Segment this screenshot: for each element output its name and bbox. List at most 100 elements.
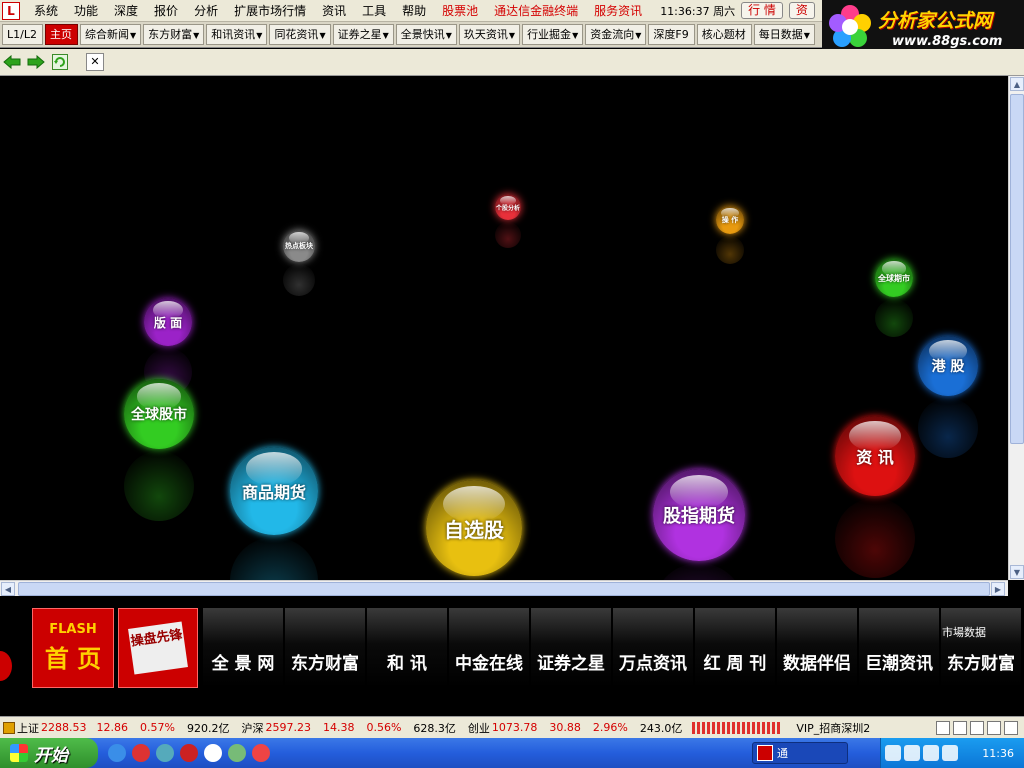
site-link-3[interactable]: 和 讯	[367, 608, 447, 688]
tab-fund-flow[interactable]: 资金流向▼	[585, 24, 647, 45]
quicklaunch-stock-icon[interactable]	[252, 744, 270, 762]
arrow-right-icon	[27, 55, 45, 69]
close-page-button[interactable]: ✕	[86, 53, 104, 71]
sz-index-change: 14.38	[322, 721, 355, 734]
tab-eastmoney[interactable]: 东方财富▼	[143, 24, 205, 45]
ball-8-button[interactable]: 资 讯	[835, 416, 915, 496]
app-icon[interactable]: L	[2, 1, 20, 20]
horizontal-scrollbar[interactable]: ◀ ▶	[0, 580, 1008, 596]
sz-index-name: 沪深	[241, 721, 264, 735]
cy-index-volume: 243.0亿	[639, 721, 683, 735]
ball-2-reflection	[283, 264, 315, 296]
tab-depth-f9[interactable]: 深度F9	[648, 24, 695, 45]
ball-10-button[interactable]: 自选股	[426, 480, 522, 576]
ball-6-label: 港 股	[931, 359, 965, 375]
keyboard-icon[interactable]	[885, 745, 901, 761]
site-link-8[interactable]: 数据伴侣	[777, 608, 857, 688]
tab-home[interactable]: 主页	[44, 24, 78, 45]
tab-bar: L1/L2 主页 综合新闻▼ 东方财富▼ 和讯资讯▼ 同花资讯▼ 证券之星▼ 全…	[0, 22, 822, 48]
ball-7-button[interactable]: 全球股市	[124, 379, 194, 449]
vertical-scrollbar[interactable]: ▲ ▼	[1008, 76, 1024, 580]
volume-icon[interactable]	[923, 745, 939, 761]
menu-terminal[interactable]: 通达信金融终端	[486, 0, 586, 22]
flash-home-button[interactable]: FLASH 首 页	[32, 608, 114, 688]
taskbar-app-button[interactable]: 通	[752, 742, 848, 764]
ball-11-button[interactable]: 股指期货	[653, 469, 745, 561]
tab-industry[interactable]: 行业掘金▼	[522, 24, 584, 45]
horizontal-scroll-thumb[interactable]	[18, 582, 990, 596]
site-logo: 分析家公式网 www.88gs.com	[822, 0, 1024, 56]
browser-nav-bar: ✕	[0, 49, 1024, 76]
market-icon[interactable]	[3, 721, 15, 734]
scroll-left-button[interactable]: ◀	[1, 582, 15, 596]
menu-function[interactable]: 功能	[66, 0, 106, 22]
ball-4-button[interactable]: 操 作	[716, 206, 744, 234]
quicklaunch-app-icon[interactable]	[132, 744, 150, 762]
quote-button[interactable]: 行 情	[741, 2, 783, 19]
scroll-right-button[interactable]: ▶	[991, 582, 1005, 596]
menu-extended-market[interactable]: 扩展市场行情	[226, 0, 314, 22]
forward-button[interactable]	[26, 52, 46, 72]
ball-7-label: 全球股市	[131, 407, 187, 423]
menu-tools[interactable]: 工具	[354, 0, 394, 22]
red-circle-icon	[0, 651, 12, 681]
scroll-up-button[interactable]: ▲	[1010, 77, 1024, 91]
site-link-4[interactable]: 中金在线	[449, 608, 529, 688]
ball-1-button[interactable]: 版 面	[144, 298, 192, 346]
tab-core-theme[interactable]: 核心题材	[696, 24, 752, 45]
caopan-label: 操盘先锋	[128, 621, 188, 675]
ball-6-button[interactable]: 港 股	[918, 336, 978, 396]
tab-tonghua[interactable]: 同花资讯▼	[269, 24, 331, 45]
caopan-button[interactable]: 操盘先锋	[118, 608, 198, 688]
flash-menu-area: 版 面 热点板块 个股分析 操 作全球期市港 股全球股市资 讯 商品期货 自选股 股指期货	[0, 76, 1008, 580]
site-link-2[interactable]: 东方财富	[285, 608, 365, 688]
help-icon[interactable]	[1004, 720, 1018, 735]
quicklaunch-tool-icon[interactable]	[228, 744, 246, 762]
menu-depth[interactable]: 深度	[106, 0, 146, 22]
tab-level[interactable]: L1/L2	[2, 24, 43, 45]
quicklaunch-media-icon[interactable]	[180, 744, 198, 762]
message-icon[interactable]	[936, 720, 950, 735]
mail-icon[interactable]	[953, 720, 967, 735]
ball-11-reflection	[653, 563, 745, 580]
tab-daily-data[interactable]: 每日数据▼	[753, 24, 815, 45]
info-button[interactable]: 资	[788, 2, 815, 19]
menu-service-info[interactable]: 服务资讯	[586, 0, 650, 22]
shield-icon[interactable]	[942, 745, 958, 761]
tab-hexun[interactable]: 和讯资讯▼	[206, 24, 268, 45]
ball-3-button[interactable]: 个股分析	[495, 194, 521, 220]
menu-system[interactable]: 系统	[26, 0, 66, 22]
site-link-10[interactable]: 东方财富	[941, 608, 1021, 688]
warning-icon[interactable]	[970, 720, 984, 735]
sh-index-volume: 920.2亿	[186, 721, 230, 735]
site-link-6[interactable]: 万点资讯	[613, 608, 693, 688]
ime-icon[interactable]	[904, 745, 920, 761]
ball-9-button[interactable]: 商品期货	[230, 447, 318, 535]
quicklaunch-folder-icon[interactable]	[156, 744, 174, 762]
start-label: 开始	[34, 745, 68, 766]
network-icon[interactable]	[987, 720, 1001, 735]
refresh-button[interactable]	[50, 52, 70, 72]
menu-analysis[interactable]: 分析	[186, 0, 226, 22]
site-link-9[interactable]: 巨潮资讯	[859, 608, 939, 688]
ball-5-button[interactable]: 全球期市	[875, 259, 913, 297]
site-link-5[interactable]: 证券之星	[531, 608, 611, 688]
ball-2-button[interactable]: 热点板块	[283, 230, 315, 262]
connection-status[interactable]: VIP_招商深圳2	[796, 720, 870, 736]
start-button[interactable]: 开始	[0, 738, 98, 768]
site-link-7[interactable]: 红 周 刊	[695, 608, 775, 688]
menu-quote[interactable]: 报价	[146, 0, 186, 22]
menu-stock-pool[interactable]: 股票池	[434, 0, 486, 22]
back-button[interactable]	[2, 52, 22, 72]
menu-info[interactable]: 资讯	[314, 0, 354, 22]
ie-icon[interactable]	[108, 744, 126, 762]
vertical-scroll-thumb[interactable]	[1010, 94, 1024, 444]
scroll-down-button[interactable]: ▼	[1010, 565, 1024, 579]
quicklaunch-chat-icon[interactable]	[204, 744, 222, 762]
tab-panorama[interactable]: 全景快讯▼	[395, 24, 457, 45]
menu-help[interactable]: 帮助	[394, 0, 434, 22]
tab-general-news[interactable]: 综合新闻▼	[79, 24, 142, 45]
site-link-1[interactable]: 全 景 网	[203, 608, 283, 688]
tab-stockstar[interactable]: 证券之星▼	[332, 24, 394, 45]
tab-jiutian[interactable]: 玖天资讯▼	[458, 24, 521, 45]
